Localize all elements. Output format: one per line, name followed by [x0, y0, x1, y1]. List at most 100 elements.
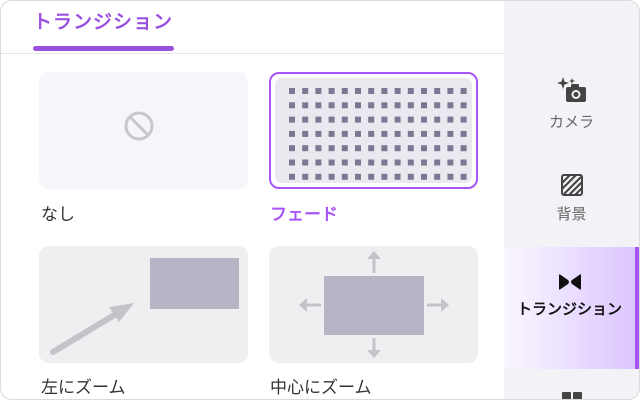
- fade-dot: [421, 145, 427, 152]
- fade-dot: [341, 130, 348, 137]
- fade-dot: [394, 130, 401, 137]
- fade-dot: [368, 102, 375, 109]
- fade-dot: [460, 88, 467, 94]
- fade-dot: [289, 88, 295, 94]
- fade-dot: [355, 116, 361, 123]
- fade-dot: [447, 130, 454, 137]
- sidebar-label-camera: カメラ: [548, 113, 594, 131]
- fade-dot: [407, 173, 414, 180]
- fade-dot: [407, 145, 414, 152]
- fade-dot: [328, 173, 335, 180]
- fade-dot: [434, 88, 441, 94]
- fade-dot: [407, 116, 414, 123]
- fade-dot: [447, 102, 454, 109]
- fade-dot: [460, 130, 467, 137]
- fade-dot: [447, 88, 454, 94]
- sidebar-item-grid[interactable]: [504, 389, 639, 399]
- fade-dot: [447, 145, 454, 152]
- fade-dot: [434, 116, 441, 123]
- fade-dot: [302, 116, 309, 123]
- fade-dot: [328, 88, 335, 94]
- sidebar-label-transition: トランジション: [516, 300, 622, 318]
- fade-dot: [460, 159, 467, 166]
- fade-dot: [460, 116, 467, 123]
- fade-dot: [407, 130, 414, 137]
- tab-bar: トランジション: [1, 1, 504, 54]
- fade-dot: [407, 88, 414, 94]
- fade-dot: [394, 116, 401, 123]
- transition-card-zoom-left[interactable]: [39, 246, 248, 363]
- fade-dot: [328, 130, 335, 137]
- fade-dot: [421, 102, 427, 109]
- fade-dot: [328, 159, 335, 166]
- fade-dot: [315, 145, 322, 152]
- transition-label-none: なし: [41, 205, 75, 225]
- fade-dot: [315, 173, 322, 180]
- fade-dot: [421, 130, 427, 137]
- dot-grid-icon: [289, 88, 467, 180]
- fade-dot: [394, 159, 401, 166]
- zoom-center-icon: [299, 251, 449, 358]
- fade-dot: [381, 173, 388, 180]
- fade-dot: [289, 130, 295, 137]
- fade-dot: [302, 102, 309, 109]
- fade-dot: [394, 173, 401, 180]
- fade-dot: [315, 116, 322, 123]
- fade-dot: [434, 159, 441, 166]
- transition-card-zoom-center[interactable]: [269, 246, 478, 363]
- fade-dot: [341, 88, 348, 94]
- fade-dot: [341, 116, 348, 123]
- sidebar-item-background[interactable]: 背景: [504, 173, 639, 237]
- fade-dot: [289, 173, 295, 180]
- fade-dot: [328, 102, 335, 109]
- zoom-left-icon: [50, 258, 239, 355]
- tab-active-indicator: [33, 46, 174, 51]
- transition-label-zoom-left: 左にズーム: [41, 378, 126, 398]
- sidebar-item-transition[interactable]: トランジション: [504, 247, 639, 369]
- fade-dot: [381, 159, 388, 166]
- fade-dot: [315, 88, 322, 94]
- fade-dot: [328, 145, 335, 152]
- fade-dot: [381, 88, 388, 94]
- fade-dot: [460, 145, 467, 152]
- right-sidebar: カメラ 背景 トランジション: [504, 1, 639, 399]
- fade-dot: [355, 173, 361, 180]
- fade-dot: [434, 173, 441, 180]
- fade-dot: [368, 159, 375, 166]
- fade-dot: [355, 159, 361, 166]
- fade-dot: [407, 159, 414, 166]
- fade-dot: [421, 88, 427, 94]
- fade-dot: [302, 130, 309, 137]
- fade-dot: [447, 173, 454, 180]
- fade-dot: [381, 145, 388, 152]
- fade-dot: [421, 173, 427, 180]
- fade-dot: [447, 116, 454, 123]
- fade-dot: [302, 159, 309, 166]
- fade-dot: [289, 145, 295, 152]
- fade-dot: [341, 102, 348, 109]
- fade-dot: [289, 102, 295, 109]
- tab-transition[interactable]: トランジション: [33, 7, 173, 34]
- fade-dot: [381, 116, 388, 123]
- transition-label-fade: フェード: [270, 205, 338, 225]
- sidebar-item-camera[interactable]: カメラ: [504, 75, 639, 141]
- fade-dot: [434, 145, 441, 152]
- fade-dot: [407, 102, 414, 109]
- fade-dot: [289, 116, 295, 123]
- fade-dot: [328, 116, 335, 123]
- fade-dot: [315, 130, 322, 137]
- fade-dot: [302, 145, 309, 152]
- transition-card-fade[interactable]: [269, 72, 478, 189]
- fade-dot: [355, 130, 361, 137]
- fade-dot: [368, 116, 375, 123]
- fade-dot: [341, 159, 348, 166]
- fade-dot: [355, 145, 361, 152]
- transition-card-none[interactable]: [39, 72, 248, 189]
- fade-dot: [302, 88, 309, 94]
- fade-dot: [381, 102, 388, 109]
- fade-dot: [341, 145, 348, 152]
- bowtie-icon: [558, 274, 581, 290]
- prohibit-icon: [124, 111, 154, 141]
- fade-dot: [289, 159, 295, 166]
- fade-dot: [434, 102, 441, 109]
